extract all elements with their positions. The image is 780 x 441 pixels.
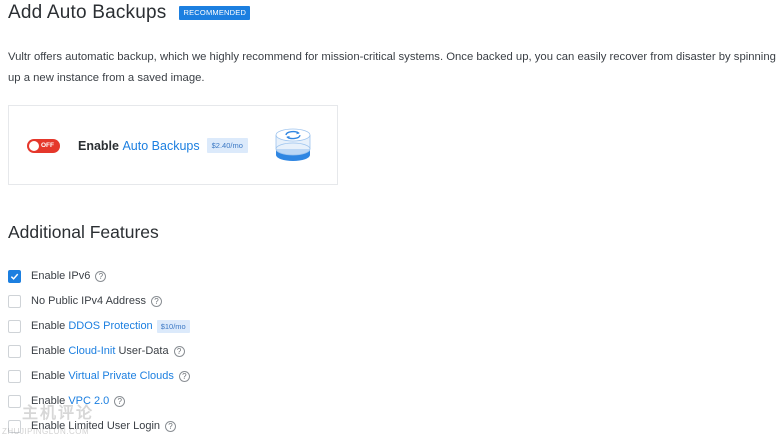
feature-checkbox[interactable]: [8, 369, 21, 383]
feature-row: No Public IPv4 Address?: [8, 293, 162, 309]
enable-auto-backups-label: Enable Auto Backups $2.40/mo: [78, 138, 248, 153]
section-header: Add Auto Backups RECOMMENDED: [8, 2, 251, 24]
help-circle-icon[interactable]: ?: [178, 370, 190, 382]
toggle-knob: [29, 141, 39, 151]
feature-row: Enable Virtual Private Clouds?: [8, 368, 190, 384]
auto-backups-toggle[interactable]: OFF: [27, 139, 60, 153]
feature-link[interactable]: Virtual Private Clouds: [68, 370, 174, 382]
backup-description: Vultr offers automatic backup, which we …: [8, 51, 776, 84]
feature-checkbox[interactable]: [8, 394, 21, 408]
feature-row: Enable Cloud-Init User-Data?: [8, 343, 185, 359]
feature-label: Enable IPv6: [31, 270, 91, 282]
help-circle-icon[interactable]: ?: [95, 270, 107, 282]
recommended-badge: RECOMMENDED: [179, 6, 251, 20]
help-circle-icon[interactable]: ?: [150, 295, 162, 307]
feature-price: $10/mo: [156, 319, 190, 333]
toggle-label: OFF: [41, 142, 54, 149]
feature-link[interactable]: Cloud-Init: [68, 345, 115, 357]
help-circle-icon[interactable]: ?: [173, 345, 185, 357]
feature-link[interactable]: DDOS Protection: [68, 320, 152, 332]
feature-row: Enable IPv6?: [8, 268, 107, 284]
feature-label: Enable: [31, 345, 69, 357]
auto-backups-price: $2.40/mo: [206, 138, 248, 153]
backup-disk-icon: [275, 128, 311, 161]
help-circle-icon[interactable]: ?: [165, 420, 177, 432]
auto-backups-link[interactable]: Auto Backups: [122, 139, 199, 153]
check-icon: [10, 273, 19, 280]
help-circle-icon[interactable]: ?: [114, 395, 126, 407]
auto-backups-card: OFF Enable Auto Backups $2.40/mo: [8, 105, 338, 185]
feature-checkbox[interactable]: [8, 344, 21, 358]
enable-prefix: Enable: [78, 139, 123, 153]
feature-checkbox[interactable]: [8, 319, 21, 333]
feature-checkbox[interactable]: [8, 294, 21, 308]
page-title: Add Auto Backups: [8, 2, 167, 23]
feature-checkbox[interactable]: [8, 269, 21, 283]
additional-features-title: Additional Features: [8, 222, 159, 242]
feature-label: No Public IPv4 Address: [31, 295, 146, 307]
feature-row: Enable DDOS Protection $10/mo: [8, 318, 190, 334]
feature-label-suffix: User-Data: [115, 345, 169, 357]
feature-label: Enable: [31, 370, 69, 382]
watermark-logo: 主机评论: [22, 405, 95, 422]
feature-label: Enable: [31, 320, 69, 332]
watermark-url: ZHUJIPINGLUN.COM: [2, 427, 90, 436]
